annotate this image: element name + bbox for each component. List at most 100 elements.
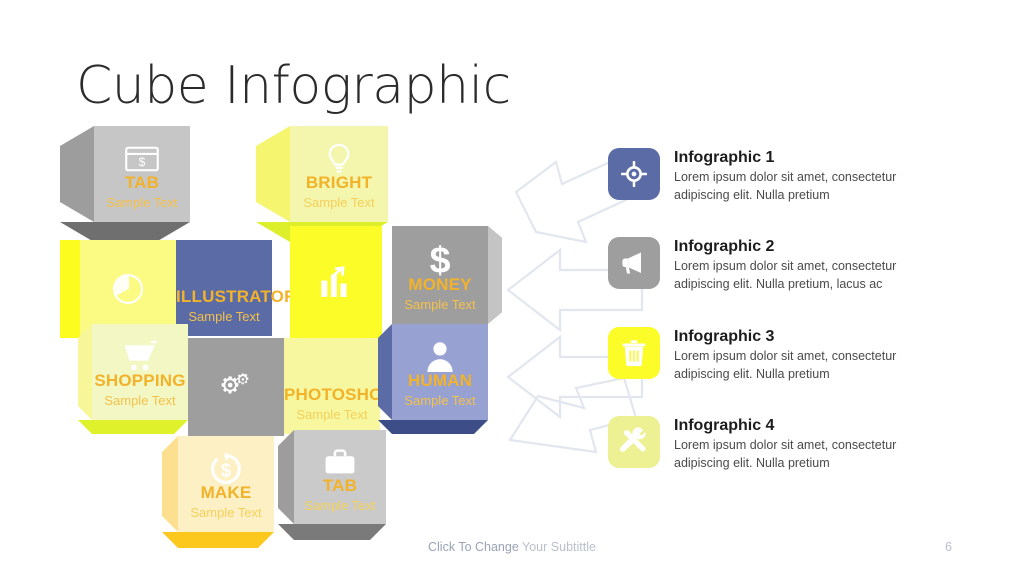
- footer-subtitle: Click To Change Your Subtittle: [428, 540, 596, 554]
- crosshair-target-icon: [621, 161, 647, 187]
- briefcase-icon: [325, 449, 355, 474]
- cube-label: ILLUSTRATOR: [176, 287, 297, 307]
- credit-card-icon: $: [125, 146, 159, 171]
- infographic-item-3[interactable]: Infographic 3 Lorem ipsum dolor sit amet,…: [608, 327, 908, 384]
- cube-tab-bottom[interactable]: TAB Sample Text: [278, 430, 386, 540]
- cube-make[interactable]: $ MAKE Sample Text: [162, 436, 274, 548]
- lightbulb-icon: [328, 143, 350, 173]
- cube-sublabel: Sample Text: [404, 297, 476, 313]
- cube-label: SHOPPING: [94, 371, 186, 391]
- cube-side-bottom: [162, 532, 274, 548]
- infographic-title: Infographic 3: [674, 328, 775, 345]
- cube-sublabel: Sample Text: [188, 309, 260, 325]
- footer-subtitle-light: Your Subtittle: [518, 540, 596, 554]
- infographic-icon-badge-4[interactable]: [608, 416, 660, 468]
- infographic-title: Infographic 1: [674, 149, 775, 166]
- infographic-text-4: Infographic 4 Lorem ipsum dolor sit amet,…: [674, 416, 942, 473]
- cube-illustrator[interactable]: ILLUSTRATOR Sample Text: [176, 240, 297, 336]
- cube-face: $ MAKE Sample Text: [178, 436, 274, 532]
- cube-tab-top[interactable]: $ TAB Sample Text: [60, 126, 190, 242]
- infographic-title: Infographic 2: [674, 238, 775, 255]
- cube-label: MAKE: [200, 483, 252, 503]
- cube-label: HUMAN: [407, 371, 473, 391]
- svg-text:$: $: [430, 241, 451, 277]
- page-number: 6: [945, 540, 952, 554]
- cube-sublabel: Sample Text: [303, 195, 375, 211]
- infographic-text-2: Infographic 2 Lorem ipsum dolor sit amet,…: [674, 237, 904, 294]
- dollar-icon: $: [430, 241, 451, 277]
- cube-side-left: [378, 324, 392, 420]
- cube-icon-clock-pie-icon: [80, 267, 176, 310]
- infographic-icon-badge-2[interactable]: [608, 237, 660, 289]
- cube-icon-dollar-icon: $: [392, 240, 488, 279]
- cube-sublabel: Sample Text: [190, 505, 262, 521]
- cube-face: ILLUSTRATOR Sample Text: [176, 240, 297, 336]
- slide-footer: Click To Change Your Subtittle 6: [0, 540, 1024, 560]
- clock-pie-icon: [112, 273, 144, 304]
- gears-icon: [221, 373, 249, 394]
- cube-label: TAB: [322, 475, 358, 495]
- cube-side-bottom: [378, 420, 488, 434]
- cube-face: TAB Sample Text: [294, 430, 386, 524]
- cube-icon-lightbulb-icon: [290, 139, 388, 177]
- infographic-icon-badge-1[interactable]: [608, 148, 660, 200]
- cube-icon-gears-icon: [188, 365, 284, 408]
- shopping-cart-icon: [124, 340, 158, 370]
- cube-grid: $ TAB Sample Text BRIGHT Sample Text ILLUSTRA…: [0, 0, 520, 576]
- cube-label: TAB: [124, 173, 160, 193]
- cube-sublabel: Sample Text: [304, 497, 376, 513]
- infographic-title: Infographic 4: [674, 417, 775, 434]
- infographic-body: Lorem ipsum dolor sit amet, consectetur …: [674, 438, 897, 470]
- money-refresh-icon: $: [211, 452, 241, 484]
- cube-side-left: [60, 240, 80, 338]
- bar-chart-icon: [321, 266, 347, 297]
- footer-subtitle-strong: Click To Change: [428, 540, 519, 554]
- cube-sublabel: Sample Text: [296, 407, 368, 423]
- cube-side-left: [488, 226, 502, 324]
- cube-photoshop[interactable]: PHOTOSHOP Sample Text: [284, 338, 395, 434]
- cube-face: [188, 338, 284, 436]
- svg-text:$: $: [139, 155, 146, 169]
- infographic-body: Lorem ipsum dolor sit amet, consectetur …: [674, 259, 897, 291]
- tools-icon: [620, 427, 646, 452]
- trash-can-icon: [622, 340, 646, 367]
- infographic-item-1[interactable]: Infographic 1 Lorem ipsum dolor sit amet,…: [608, 148, 946, 205]
- person-icon: [427, 341, 453, 372]
- infographic-text-1: Infographic 1 Lorem ipsum dolor sit amet,…: [674, 148, 942, 205]
- cube-chart[interactable]: [290, 226, 382, 338]
- infographic-icon-badge-3[interactable]: [608, 327, 660, 379]
- cube-side-left: [162, 436, 178, 532]
- infographic-text-3: Infographic 3 Lorem ipsum dolor sit amet,…: [674, 327, 904, 384]
- cube-human[interactable]: HUMAN Sample Text: [378, 324, 488, 434]
- cube-face: HUMAN Sample Text: [392, 324, 488, 420]
- cube-icon-person-icon: [392, 337, 488, 375]
- cube-icon-bar-chart-icon: [290, 257, 382, 306]
- cube-side-bottom: [278, 524, 386, 540]
- cube-side-left: [78, 324, 92, 420]
- cube-face: BRIGHT Sample Text: [290, 126, 388, 222]
- cube-sublabel: Sample Text: [106, 195, 178, 211]
- infographic-item-2[interactable]: Infographic 2 Lorem ipsum dolor sit amet,…: [608, 237, 908, 294]
- cube-face: $ TAB Sample Text: [94, 126, 190, 222]
- infographic-body: Lorem ipsum dolor sit amet, consectetur …: [674, 349, 897, 381]
- cube-side-left: [278, 430, 294, 524]
- cube-icon-shopping-cart-icon: [92, 337, 188, 375]
- cube-label: PHOTOSHOP: [284, 385, 395, 405]
- cube-sublabel: Sample Text: [104, 393, 176, 409]
- cube-label: BRIGHT: [305, 173, 373, 193]
- cube-sublabel: Sample Text: [404, 393, 476, 409]
- cube-bright[interactable]: BRIGHT Sample Text: [256, 126, 388, 242]
- infographic-body: Lorem ipsum dolor sit amet, consectetur …: [674, 170, 897, 202]
- slide-canvas: Cube Infographic $ TAB Sample Text BRIGHT Sa…: [0, 0, 1024, 576]
- megaphone-icon: [622, 252, 641, 274]
- infographic-item-4[interactable]: Infographic 4 Lorem ipsum dolor sit amet,…: [608, 416, 946, 473]
- cube-icon-credit-card-icon: $: [94, 139, 190, 177]
- cube-gears[interactable]: [188, 338, 284, 436]
- cube-side-bottom: [60, 222, 190, 242]
- cube-face: $ MONEY Sample Text: [392, 226, 488, 324]
- cube-money[interactable]: $ MONEY Sample Text: [392, 226, 502, 324]
- cube-face: SHOPPING Sample Text: [92, 324, 188, 420]
- cube-shopping[interactable]: SHOPPING Sample Text: [78, 324, 188, 434]
- cube-icon-money-refresh-icon: $: [178, 449, 274, 487]
- cube-side-bottom: [78, 420, 188, 434]
